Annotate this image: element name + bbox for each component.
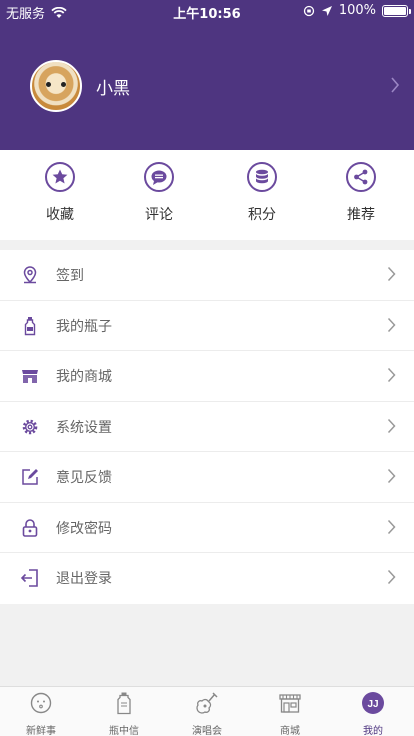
coins-icon <box>247 162 277 192</box>
star-icon <box>45 162 75 192</box>
chevron-right-icon <box>387 367 396 383</box>
battery-percent: 100% <box>338 3 376 18</box>
menu-item-my-bottles[interactable]: 我的瓶子 <box>0 301 414 351</box>
chevron-right-icon <box>387 468 396 484</box>
menu-item-label: 修改密码 <box>56 520 112 537</box>
menu-item-label: 系统设置 <box>56 419 112 436</box>
logout-icon <box>20 569 38 587</box>
menu-item-feedback[interactable]: 意见反馈 <box>0 452 414 503</box>
bottom-tab-bar: 新鲜事 瓶中信 演唱会 商城 JJ 我的 <box>0 686 414 736</box>
bottle-icon <box>24 316 36 335</box>
menu-item-logout[interactable]: 退出登录 <box>0 553 414 604</box>
chevron-right-icon <box>387 519 396 534</box>
orientation-lock-icon <box>303 5 314 16</box>
shop-icon <box>279 694 301 713</box>
location-pin-icon <box>23 266 37 284</box>
profile-header: 无服务 上午10:56 100% 小黑 <box>0 0 414 150</box>
avatar[interactable] <box>30 60 82 112</box>
tab-label: 商城 <box>280 726 300 736</box>
shortcut-recommend[interactable]: 推荐 <box>321 162 401 224</box>
tab-concert[interactable]: 演唱会 <box>166 691 248 736</box>
battery-icon <box>382 4 411 17</box>
shortcut-comments[interactable]: 评论 <box>119 162 199 224</box>
smiley-icon <box>30 692 52 714</box>
chevron-right-icon <box>391 77 400 93</box>
profile-row[interactable]: 小黑 <box>0 55 414 117</box>
guitar-icon <box>196 692 218 714</box>
menu-item-label: 我的瓶子 <box>56 318 112 335</box>
menu-item-label: 意见反馈 <box>56 470 112 486</box>
menu-item-system-settings[interactable]: 系统设置 <box>0 402 414 452</box>
share-icon <box>346 162 376 192</box>
shortcut-label: 收藏 <box>46 207 74 223</box>
bottle-letter-icon <box>117 692 131 715</box>
menu-item-label: 我的商城 <box>56 369 112 385</box>
shortcut-favorites[interactable]: 收藏 <box>20 162 100 224</box>
menu-item-label: 签到 <box>56 268 84 284</box>
gear-icon <box>22 419 38 434</box>
menu-item-label: 退出登录 <box>56 571 112 587</box>
location-arrow-icon <box>321 5 332 16</box>
tab-shop[interactable]: 商城 <box>249 691 331 736</box>
menu-item-my-store[interactable]: 我的商城 <box>0 351 414 402</box>
tab-label: 演唱会 <box>192 726 222 736</box>
tab-label: 瓶中信 <box>109 726 139 736</box>
chevron-right-icon <box>387 569 396 585</box>
store-icon <box>22 370 38 383</box>
chevron-right-icon <box>387 418 396 433</box>
svg-text:JJ: JJ <box>367 699 378 710</box>
settings-menu: 签到 我的瓶子 我的商城 系统设置 意见反馈 修改密码 退出登录 <box>0 250 414 604</box>
tab-mine[interactable]: JJ 我的 <box>332 691 414 736</box>
comment-icon <box>144 162 174 192</box>
tab-news[interactable]: 新鲜事 <box>0 691 82 736</box>
tab-bottle-letter[interactable]: 瓶中信 <box>83 691 165 736</box>
shortcut-bar: 收藏 评论 积分 推荐 <box>0 150 414 240</box>
profile-badge-icon: JJ <box>362 692 384 714</box>
lock-icon <box>22 518 38 537</box>
status-bar: 无服务 上午10:56 100% <box>0 0 414 22</box>
tab-label: 我的 <box>363 726 383 736</box>
chevron-right-icon <box>387 317 396 332</box>
shortcut-label: 评论 <box>145 207 173 223</box>
shortcut-points[interactable]: 积分 <box>222 162 302 224</box>
menu-item-change-password[interactable]: 修改密码 <box>0 503 414 553</box>
chevron-right-icon <box>387 266 396 282</box>
username: 小黑 <box>96 79 130 99</box>
tab-label: 新鲜事 <box>26 726 56 736</box>
edit-icon <box>22 469 38 485</box>
shortcut-label: 推荐 <box>347 207 375 223</box>
menu-item-checkin[interactable]: 签到 <box>0 250 414 301</box>
shortcut-label: 积分 <box>248 207 276 223</box>
